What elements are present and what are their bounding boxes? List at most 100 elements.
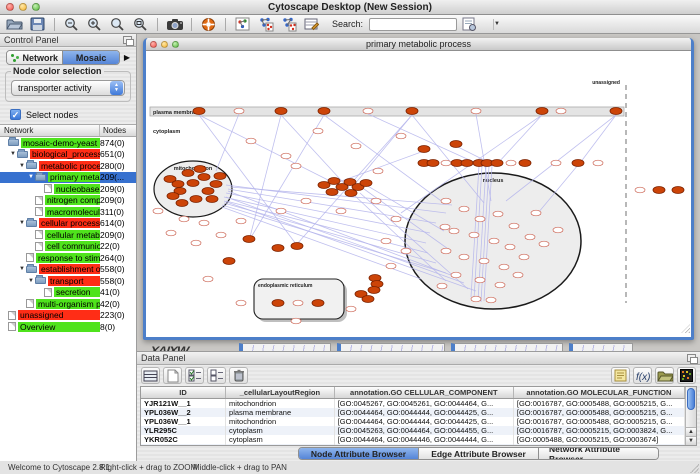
import-network-icon[interactable] xyxy=(232,16,253,33)
background-window-fragment[interactable] xyxy=(451,343,563,352)
zoom-in-icon[interactable] xyxy=(84,16,105,33)
tree-row[interactable]: cell communicati22(0) xyxy=(0,241,136,253)
tree-row[interactable]: Overview8(0) xyxy=(0,321,136,333)
table-cell[interactable]: [GO:0016787, GO:0005488, GO:0005215, G..… xyxy=(513,408,684,417)
network-canvas[interactable]: plasma membranecytoplasmendoplasmic reti… xyxy=(146,51,691,334)
save-icon[interactable] xyxy=(27,16,48,33)
table-cell[interactable]: mitochondrion xyxy=(226,398,335,408)
float-data-panel-icon[interactable] xyxy=(687,354,696,362)
table-cell[interactable]: [GO:0005488, GO:0005215, GO:0003674] xyxy=(513,435,684,444)
tree-expand-icon[interactable]: ▼ xyxy=(9,151,17,157)
help-lifering-icon[interactable] xyxy=(198,16,219,33)
table-cell[interactable]: [GO:0044464, GO:0044446, GO:0044444, G..… xyxy=(334,435,513,444)
tree-row[interactable]: ▼establishment of lo558(0) xyxy=(0,264,136,276)
background-window-fragment[interactable] xyxy=(569,343,633,352)
chevron-down-icon[interactable]: ▼ xyxy=(493,19,500,30)
tree-row[interactable]: ▼cellular process614(0) xyxy=(0,218,136,230)
table-cell[interactable]: [GO:0016787, GO:0005488, GO:0005215, G..… xyxy=(513,398,684,408)
table-cell[interactable]: [GO:0045263, GO:0044464, GO:0044455, G..… xyxy=(334,426,513,435)
tree-row[interactable]: mosaic-demo-yeast874(0) xyxy=(0,137,136,149)
tree-row[interactable]: ▼metabolic process280(0) xyxy=(0,160,136,172)
tree-row[interactable]: nitrogen compo209(0) xyxy=(0,195,136,207)
table-cell[interactable]: [GO:0016787, GO:0005488, GO:0005215, G..… xyxy=(513,444,684,446)
column-header[interactable]: annotation.GO MOLECULAR_FUNCTION xyxy=(513,387,684,398)
scroll-up-icon[interactable]: ▲ xyxy=(686,427,696,436)
column-header[interactable]: _cellularLayoutRegion xyxy=(226,387,335,398)
table-cell[interactable]: [GO:0016787, GO:0005215, GO:0003824, G..… xyxy=(513,426,684,435)
float-panel-icon[interactable] xyxy=(123,36,132,44)
attribute-table-icon[interactable] xyxy=(301,16,322,33)
layout-network-a-icon[interactable] xyxy=(255,16,276,33)
select-attributes-icon[interactable] xyxy=(185,367,204,384)
scrollbar-thumb[interactable] xyxy=(687,388,695,410)
tab-mosaic[interactable]: Mosaic xyxy=(62,51,118,64)
unselect-attributes-icon[interactable] xyxy=(207,367,226,384)
table-cell[interactable]: [GO:0045267, GO:0045261, GO:0044464, G..… xyxy=(334,398,513,408)
layout-network-b-icon[interactable] xyxy=(278,16,299,33)
tree-row[interactable]: unassigned223(0) xyxy=(0,310,136,322)
tree-row[interactable]: cellular metabo209(0) xyxy=(0,229,136,241)
background-window-fragment[interactable] xyxy=(337,343,445,352)
tree-expand-icon[interactable]: ▼ xyxy=(18,220,26,226)
table-row[interactable]: YJR121W__1mitochondrion[GO:0045267, GO:0… xyxy=(141,398,685,408)
table-cell[interactable]: YPL036W__2 xyxy=(141,408,226,417)
table-cell[interactable]: [GO:0044464, GO:0044444, GO:0044425, G..… xyxy=(334,444,513,446)
function-builder-icon[interactable]: f(x) xyxy=(633,367,652,384)
tree-row[interactable]: ▼biological_process651(0) xyxy=(0,149,136,161)
table-cell[interactable]: YLR295C xyxy=(141,426,226,435)
table-row[interactable]: YPL036W__2plasma membrane[GO:0044464, GO… xyxy=(141,408,685,417)
column-header[interactable]: annotation.GO CELLULAR_COMPONENT xyxy=(334,387,513,398)
table-cell[interactable]: YJR121W__1 xyxy=(141,398,226,408)
zoom-out-icon[interactable] xyxy=(61,16,82,33)
notes-icon[interactable] xyxy=(611,367,630,384)
table-row[interactable]: YKR052Ccytoplasm[GO:0044464, GO:0044446,… xyxy=(141,435,685,444)
node-color-dropdown[interactable]: transporter activity ▲▼ xyxy=(11,80,125,96)
open-icon[interactable] xyxy=(4,16,25,33)
attribute-select-icon[interactable] xyxy=(141,367,160,384)
table-scrollbar[interactable]: ▲ ▼ xyxy=(685,387,696,445)
tree-row[interactable]: response to stimulu264(0) xyxy=(0,252,136,264)
table-cell[interactable]: [GO:0044464, GO:0044444, GO:0044425, G..… xyxy=(334,408,513,417)
tab-network[interactable]: Network xyxy=(7,51,62,64)
tree-expand-icon[interactable]: ▼ xyxy=(18,163,26,169)
window-resize-grip[interactable] xyxy=(681,324,690,333)
tab-edge-attribute-browser[interactable]: Edge Attribute Browser xyxy=(418,448,538,459)
new-attribute-icon[interactable] xyxy=(163,367,182,384)
select-nodes-checkbox[interactable]: ✓ xyxy=(10,109,21,120)
table-cell[interactable]: mitochondrion xyxy=(226,417,335,426)
tree-expand-icon[interactable]: ▼ xyxy=(27,174,35,180)
zoom-selected-icon[interactable] xyxy=(107,16,128,33)
table-cell[interactable]: YKR052C xyxy=(141,435,226,444)
tree-row[interactable]: macromolecule311(0) xyxy=(0,206,136,218)
tree-row[interactable]: nucleobase-209(0) xyxy=(0,183,136,195)
tab-node-attribute-browser[interactable]: Node Attribute Browser xyxy=(299,448,418,459)
table-cell[interactable]: [GO:0044464, GO:0044444, GO:0044425, G..… xyxy=(334,417,513,426)
scroll-down-icon[interactable]: ▼ xyxy=(686,436,696,445)
zoom-fit-icon[interactable] xyxy=(130,16,151,33)
column-header[interactable]: ID xyxy=(141,387,226,398)
table-cell[interactable]: YDR039C__1 xyxy=(141,444,226,446)
tree-row[interactable]: ▼transport558(0) xyxy=(0,275,136,287)
table-cell[interactable]: YPL036W__1 xyxy=(141,417,226,426)
tree-expand-icon[interactable]: ▼ xyxy=(18,266,26,272)
app-resize-grip[interactable] xyxy=(689,463,699,473)
tree-column-nodes[interactable]: Nodes xyxy=(100,125,136,136)
tree-row[interactable]: ▼primary metabolic209(... xyxy=(0,172,136,184)
tab-overflow-icon[interactable]: ▶ xyxy=(122,53,132,62)
snapshot-camera-icon[interactable] xyxy=(164,16,185,33)
import-attributes-icon[interactable] xyxy=(655,367,674,384)
tree-row[interactable]: secretion41(0) xyxy=(0,287,136,299)
search-options-icon[interactable] xyxy=(459,16,480,33)
tree-row[interactable]: multi-organism pro42(0) xyxy=(0,298,136,310)
table-cell[interactable]: cytoplasm xyxy=(226,426,335,435)
delete-attribute-icon[interactable] xyxy=(229,367,248,384)
table-row[interactable]: YLR295Ccytoplasm[GO:0045263, GO:0044464,… xyxy=(141,426,685,435)
table-row[interactable]: YPL036W__1mitochondrion[GO:0044464, GO:0… xyxy=(141,417,685,426)
table-cell[interactable]: cytoplasm xyxy=(226,435,335,444)
tab-network-attribute-browser[interactable]: Network Attribute Browser xyxy=(538,448,658,459)
table-row[interactable]: YDR039C__1mitochondrion[GO:0044464, GO:0… xyxy=(141,444,685,446)
tree-expand-icon[interactable]: ▼ xyxy=(27,278,35,284)
table-cell[interactable]: mitochondrion xyxy=(226,444,335,446)
tree-column-network[interactable]: Network xyxy=(0,125,100,136)
matrix-icon[interactable] xyxy=(677,367,696,384)
